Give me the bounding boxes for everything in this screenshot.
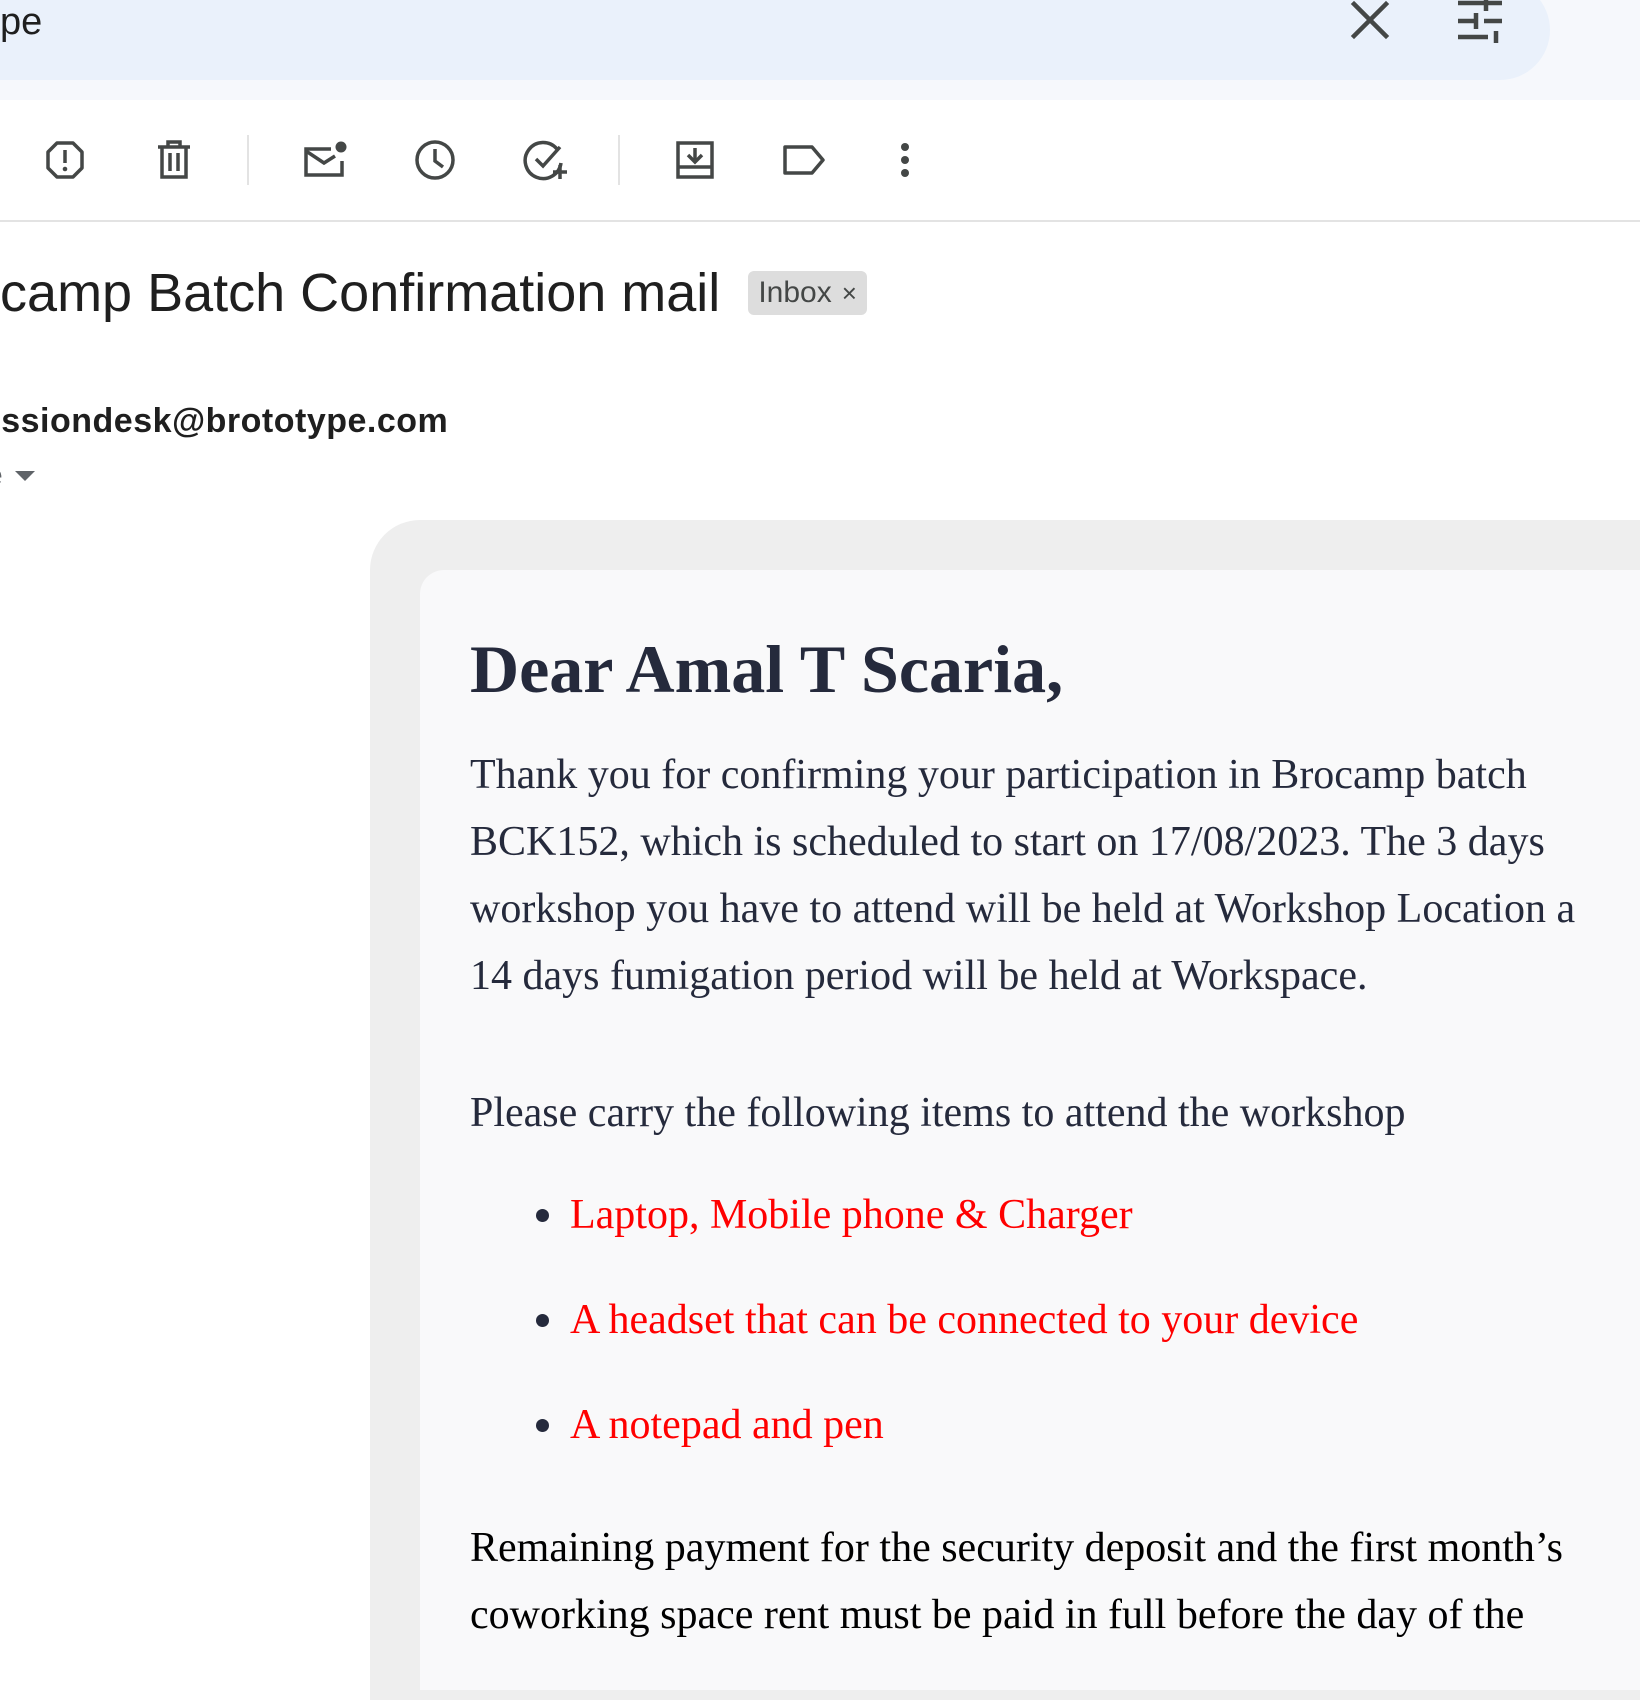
delete-button[interactable] <box>144 130 204 190</box>
close-icon <box>1350 0 1390 40</box>
clear-search-button[interactable] <box>1340 0 1400 50</box>
toolbar-divider <box>247 135 249 185</box>
search-options-button[interactable] <box>1450 0 1510 50</box>
email-body: Dear Amal T Scaria, Thank you for confir… <box>420 570 1640 1690</box>
remove-label-icon[interactable]: × <box>842 278 857 309</box>
bullet <box>536 1419 549 1432</box>
list-item-text: Laptop, Mobile phone & Charger <box>570 1192 1133 1238</box>
more-options-button[interactable] <box>875 130 935 190</box>
payment-line: Remaining payment for the security depos… <box>470 1525 1563 1571</box>
payment-line: coworking space rent must be paid in ful… <box>470 1592 1525 1638</box>
snooze-button[interactable] <box>405 130 465 190</box>
intro-line: 14 days fumigation period will be held a… <box>470 953 1368 999</box>
intro-line: Thank you for confirming your participat… <box>470 752 1527 798</box>
list-item: Laptop, Mobile phone & Charger <box>470 1185 1358 1290</box>
bullet <box>536 1314 549 1327</box>
more-vert-icon <box>901 143 909 177</box>
list-item: A notepad and pen <box>470 1395 1358 1500</box>
email-subject: ocamp Batch Confirmation mail <box>0 263 721 323</box>
chevron-down-icon <box>14 471 35 481</box>
mark-unread-button[interactable] <box>295 130 355 190</box>
snooze-icon <box>415 140 455 180</box>
intro-paragraph: Thank you for confirming your participat… <box>470 742 1575 1010</box>
report-spam-icon <box>46 141 84 179</box>
intro-line: BCK152, which is scheduled to start on 1… <box>470 819 1545 865</box>
search-zone: pe <box>0 0 1640 100</box>
bullet <box>536 1209 549 1222</box>
report-spam-button[interactable] <box>35 130 95 190</box>
inbox-label-chip[interactable]: Inbox × <box>748 271 867 315</box>
recipient-details-toggle[interactable]: e <box>0 456 35 496</box>
recipient-text: e <box>0 459 3 493</box>
add-to-tasks-icon <box>523 140 567 181</box>
required-items-list: Laptop, Mobile phone & Charger A headset… <box>470 1185 1358 1500</box>
list-item-text: A notepad and pen <box>570 1402 884 1448</box>
tune-icon <box>1458 0 1502 43</box>
toolbar-divider <box>618 135 620 185</box>
list-item-text: A headset that can be connected to your … <box>570 1297 1359 1343</box>
search-bar[interactable]: pe <box>0 0 1550 80</box>
sender-email: nissiondesk@brototype.com <box>0 402 449 440</box>
labels-icon <box>783 145 825 175</box>
items-intro: Please carry the following items to atte… <box>470 1080 1405 1147</box>
add-to-tasks-button[interactable] <box>516 130 576 190</box>
move-to-icon <box>676 141 714 179</box>
payment-paragraph: Remaining payment for the security depos… <box>470 1515 1563 1649</box>
greeting: Dear Amal T Scaria, <box>470 631 1064 707</box>
mark-unread-icon <box>304 141 347 177</box>
intro-line: workshop you have to attend will be held… <box>470 886 1576 932</box>
delete-icon <box>158 140 190 179</box>
labels-button[interactable] <box>774 130 834 190</box>
items-intro-text: Please carry the following items to atte… <box>470 1090 1406 1136</box>
email-subject-row: ocamp Batch Confirmation mail Inbox × <box>0 258 867 328</box>
list-item: A headset that can be connected to your … <box>470 1290 1358 1395</box>
move-to-button[interactable] <box>665 130 725 190</box>
label-name: Inbox <box>758 276 832 309</box>
search-input[interactable]: pe <box>0 0 42 44</box>
message-toolbar <box>0 100 1640 222</box>
